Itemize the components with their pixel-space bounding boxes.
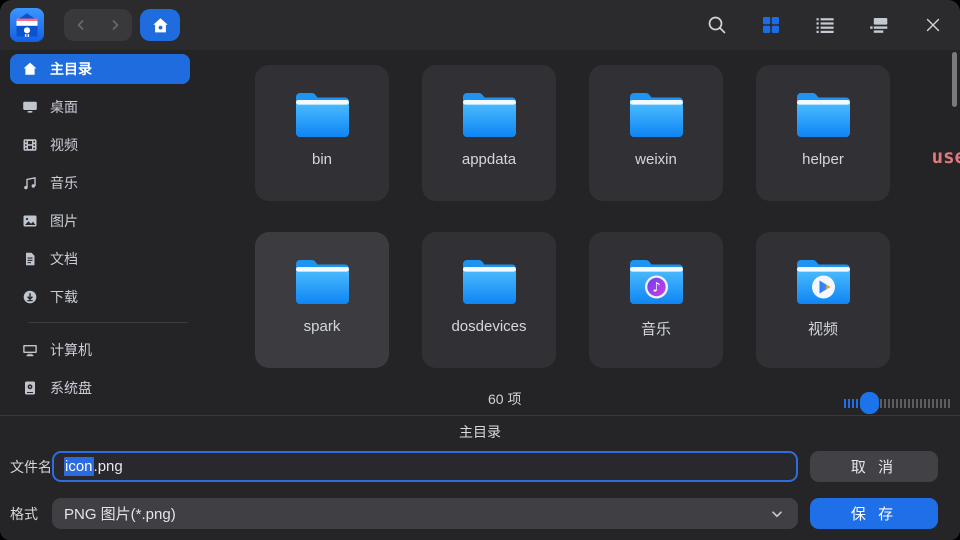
folder-name: bin: [312, 151, 332, 168]
folder-icon: [291, 89, 354, 141]
computer-icon: [22, 342, 38, 358]
folder-tile[interactable]: weixin: [589, 65, 723, 201]
detail-view-icon: [869, 15, 889, 35]
filename-selected-text: icon: [64, 457, 94, 476]
sidebar-divider: [28, 322, 188, 323]
sidebar-item-documents[interactable]: 文档: [10, 244, 190, 274]
file-manager-app-icon: [10, 8, 44, 42]
list-view-button[interactable]: [804, 8, 846, 42]
picture-icon: [22, 213, 38, 229]
sidebar-item-label: 文档: [50, 249, 78, 269]
folder-name: dosdevices: [451, 318, 526, 335]
folder-name: 音乐: [641, 318, 671, 339]
music-folder-icon: ♪: [625, 256, 688, 308]
disk-icon: [22, 380, 38, 396]
folder-name: 视频: [808, 318, 838, 339]
item-count: 60 项: [488, 389, 521, 409]
chevron-right-icon: [107, 17, 123, 33]
close-icon: [923, 15, 943, 35]
music-icon: [22, 175, 38, 191]
sidebar-item-label: 下载: [50, 287, 78, 307]
format-select[interactable]: PNG 图片(*.png): [52, 498, 798, 529]
filename-input[interactable]: icon.png: [52, 451, 798, 482]
cancel-button[interactable]: 取 消: [810, 451, 938, 482]
sidebar-item-label: 视频: [50, 135, 78, 155]
filename-extension-text: .png: [94, 458, 123, 475]
folder-name: helper: [802, 151, 844, 168]
folder-name: appdata: [462, 151, 516, 168]
chevron-down-icon: [768, 505, 786, 523]
slider-track-empty[interactable]: [880, 399, 950, 408]
save-dialog-panel: 主目录 文件名 icon.png 取 消 格式 PNG 图片(*.png) 保 …: [0, 415, 960, 540]
icon-size-slider[interactable]: [844, 392, 950, 414]
format-label: 格式: [0, 504, 52, 524]
sidebar-item-label: 主目录: [50, 59, 92, 79]
file-view: bin appdata weixin helper spark dosdevices ♪ 音乐…: [198, 50, 960, 415]
status-bar: 60 项: [198, 382, 960, 415]
sidebar-item-label: 图片: [50, 211, 78, 231]
sidebar-item-label: 系统盘: [50, 378, 92, 398]
folder-name: spark: [304, 318, 341, 335]
current-location-label: 主目录: [0, 422, 960, 442]
folder-icon: [291, 256, 354, 308]
folder-icon: [458, 256, 521, 308]
sidebar-item-home[interactable]: 主目录: [10, 54, 190, 84]
back-button[interactable]: [66, 9, 96, 41]
folder-tile[interactable]: bin: [255, 65, 389, 201]
folder-tile[interactable]: dosdevices: [422, 232, 556, 368]
sidebar-item-label: 计算机: [50, 340, 92, 360]
folder-tile[interactable]: helper: [756, 65, 890, 201]
grid-view-icon: [761, 15, 781, 35]
sidebar-item-label: 桌面: [50, 97, 78, 117]
folder-tile[interactable]: 视频: [756, 232, 890, 368]
svg-text:♪: ♪: [652, 281, 660, 296]
slider-thumb[interactable]: [860, 392, 879, 414]
document-icon: [22, 251, 38, 267]
forward-button[interactable]: [100, 9, 130, 41]
folder-icon: [625, 89, 688, 141]
format-selected-value: PNG 图片(*.png): [64, 503, 768, 524]
sidebar-item-music[interactable]: 音乐: [10, 168, 190, 198]
detail-view-button[interactable]: [858, 8, 900, 42]
sidebar-item-pictures[interactable]: 图片: [10, 206, 190, 236]
save-button[interactable]: 保 存: [810, 498, 938, 529]
vertical-scrollbar-thumb[interactable]: [952, 52, 957, 107]
sidebar: 主目录桌面视频音乐图片文档下载计算机系统盘157.9 GB 卷: [0, 50, 198, 415]
titlebar: [0, 0, 960, 50]
folder-icon: [458, 89, 521, 141]
folder-tile[interactable]: spark: [255, 232, 389, 368]
search-button[interactable]: [696, 8, 738, 42]
file-save-dialog-window: 主目录桌面视频音乐图片文档下载计算机系统盘157.9 GB 卷 binappda…: [0, 0, 960, 540]
slider-track-filled[interactable]: [844, 399, 859, 408]
film-icon: [22, 137, 38, 153]
grid-view-button[interactable]: [750, 8, 792, 42]
clipped-overlay-text: use: [932, 146, 960, 168]
navigation-group: [64, 9, 132, 41]
home-icon: [151, 16, 170, 35]
sidebar-item-computer[interactable]: 计算机: [10, 335, 190, 365]
sidebar-item-videos[interactable]: 视频: [10, 130, 190, 160]
desktop-icon: [22, 99, 38, 115]
sidebar-item-label: 音乐: [50, 173, 78, 193]
close-button[interactable]: [912, 8, 954, 42]
sidebar-item-desktop[interactable]: 桌面: [10, 92, 190, 122]
folder-grid: bin appdata weixin helper spark dosdevices ♪ 音乐…: [255, 65, 890, 368]
home-button[interactable]: [140, 9, 180, 41]
chevron-left-icon: [73, 17, 89, 33]
filename-label: 文件名: [0, 457, 52, 477]
sidebar-item-system-disk[interactable]: 系统盘: [10, 373, 190, 403]
search-icon: [706, 14, 728, 36]
sidebar-item-downloads[interactable]: 下载: [10, 282, 190, 312]
list-view-icon: [815, 15, 835, 35]
folder-name: weixin: [635, 151, 677, 168]
download-icon: [22, 289, 38, 305]
home-icon: [22, 61, 38, 77]
folder-tile[interactable]: appdata: [422, 65, 556, 201]
folder-tile[interactable]: ♪ 音乐: [589, 232, 723, 368]
folder-icon: [792, 89, 855, 141]
video-folder-icon: [792, 256, 855, 308]
